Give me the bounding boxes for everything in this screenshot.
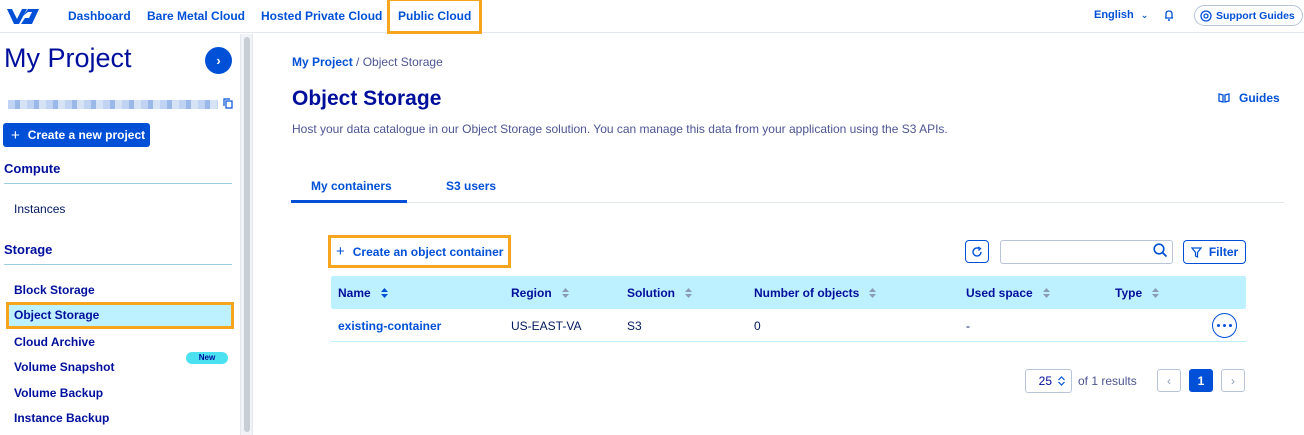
sort-icon xyxy=(561,288,569,298)
filter-label: Filter xyxy=(1208,245,1239,259)
column-header-used-space[interactable]: Used space xyxy=(966,286,1050,300)
plus-icon: + xyxy=(336,243,345,260)
refresh-button[interactable] xyxy=(965,240,989,263)
tabs-divider xyxy=(292,202,1284,203)
cell-solution: S3 xyxy=(627,319,642,333)
page-title: Object Storage xyxy=(292,87,442,110)
sidebar: My Project › + Create a new project Comp… xyxy=(0,34,240,435)
column-label: Type xyxy=(1115,286,1143,300)
search-icon[interactable] xyxy=(1153,243,1168,258)
scrollbar-thumb[interactable] xyxy=(244,37,250,432)
nav-dashboard[interactable]: Dashboard xyxy=(68,9,131,23)
cell-number-of-objects: 0 xyxy=(754,319,761,333)
sort-icon xyxy=(685,288,692,298)
sort-icon xyxy=(1152,288,1160,298)
column-header-name[interactable]: Name xyxy=(338,286,388,300)
bell-icon[interactable] xyxy=(1162,8,1176,22)
select-arrows-icon xyxy=(1058,376,1065,386)
tab-my-containers[interactable]: My containers xyxy=(311,179,392,193)
filter-icon xyxy=(1190,246,1202,258)
section-heading-compute: Compute xyxy=(4,161,61,176)
chevron-right-icon: › xyxy=(216,53,221,68)
lifebuoy-icon xyxy=(1200,9,1212,22)
sidebar-item-instances[interactable]: Instances xyxy=(14,202,65,216)
ovh-logo-icon[interactable] xyxy=(6,7,40,25)
nav-public-cloud[interactable]: Public Cloud xyxy=(386,0,483,34)
breadcrumb-current: Object Storage xyxy=(362,55,443,69)
page-size-value: 25 xyxy=(1038,374,1052,388)
filter-button[interactable]: Filter xyxy=(1183,240,1246,264)
chevron-left-icon: ‹ xyxy=(1167,373,1171,388)
create-project-button[interactable]: + Create a new project xyxy=(3,123,150,147)
search-input[interactable] xyxy=(1000,240,1173,264)
project-title: My Project xyxy=(4,43,132,73)
breadcrumb: My Project / Object Storage xyxy=(292,55,443,69)
column-label: Number of objects xyxy=(754,286,860,300)
sidebar-item-object-storage[interactable]: Object Storage xyxy=(6,302,234,329)
support-guides-label: Support Guides xyxy=(1216,9,1295,22)
sidebar-item-volume-backup[interactable]: Volume Backup xyxy=(14,386,103,400)
language-selector[interactable]: English ⌄ xyxy=(1094,9,1148,21)
results-count: of 1 results xyxy=(1078,374,1137,388)
column-label: Name xyxy=(338,286,371,300)
column-header-region[interactable]: Region xyxy=(511,286,569,300)
create-project-label: Create a new project xyxy=(27,128,146,142)
cell-region: US-EAST-VA xyxy=(511,319,582,333)
breadcrumb-separator: / xyxy=(356,55,360,69)
sort-icon xyxy=(1042,288,1050,298)
table-row: existing-container US-EAST-VA S3 0 - xyxy=(331,309,1246,342)
column-label: Used space xyxy=(966,286,1033,300)
project-id-blurred xyxy=(8,100,218,109)
previous-page-button[interactable]: ‹ xyxy=(1157,369,1181,392)
book-icon xyxy=(1218,93,1230,103)
expand-sidebar-button[interactable]: › xyxy=(205,47,232,74)
copy-icon[interactable] xyxy=(223,98,233,109)
column-header-type[interactable]: Type xyxy=(1115,286,1160,300)
create-object-container-label: Create an object container xyxy=(352,244,504,259)
table-header: Name Region Solution Number of objects U… xyxy=(331,276,1246,309)
page-button-current[interactable]: 1 xyxy=(1189,369,1213,392)
nav-hosted-private-cloud[interactable]: Hosted Private Cloud xyxy=(261,9,382,23)
page-description: Host your data catalogue in our Object S… xyxy=(292,122,948,136)
row-actions-menu-button[interactable] xyxy=(1212,313,1237,338)
column-label: Region xyxy=(511,286,552,300)
chevron-down-icon: ⌄ xyxy=(1140,10,1149,20)
page-size-select[interactable]: 25 xyxy=(1025,369,1072,393)
next-page-button[interactable]: › xyxy=(1221,369,1245,392)
section-heading-storage: Storage xyxy=(4,242,53,257)
sidebar-item-volume-snapshot[interactable]: Volume Snapshot xyxy=(14,360,114,374)
guides-label: Guides xyxy=(1239,91,1280,105)
breadcrumb-my-project[interactable]: My Project xyxy=(292,55,353,69)
column-header-number-of-objects[interactable]: Number of objects xyxy=(754,286,877,300)
guides-link[interactable]: Guides xyxy=(1218,91,1280,105)
sidebar-item-instance-backup[interactable]: Instance Backup xyxy=(14,411,109,425)
sidebar-item-block-storage[interactable]: Block Storage xyxy=(14,283,95,297)
sidebar-item-cloud-archive[interactable]: Cloud Archive xyxy=(14,335,95,349)
sidebar-scrollbar[interactable] xyxy=(240,34,253,435)
cell-used-space: - xyxy=(966,319,970,333)
divider xyxy=(4,183,232,184)
plus-icon: + xyxy=(11,126,20,144)
chevron-right-icon: › xyxy=(1231,373,1235,388)
language-label: English xyxy=(1094,9,1134,21)
sort-icon xyxy=(869,288,877,298)
top-navigation: Dashboard Bare Metal Cloud Hosted Privat… xyxy=(0,0,1304,34)
divider xyxy=(4,264,232,265)
create-object-container-button[interactable]: + Create an object container xyxy=(328,235,511,268)
support-guides-button[interactable]: Support Guides xyxy=(1194,5,1303,26)
container-name-link[interactable]: existing-container xyxy=(338,319,441,333)
nav-bare-metal-cloud[interactable]: Bare Metal Cloud xyxy=(147,9,245,23)
refresh-icon xyxy=(972,245,982,257)
column-label: Solution xyxy=(627,286,675,300)
tab-s3-users[interactable]: S3 users xyxy=(446,179,496,193)
active-tab-indicator xyxy=(291,200,407,203)
column-header-solution[interactable]: Solution xyxy=(627,286,692,300)
new-badge: New xyxy=(186,352,228,364)
sort-icon xyxy=(380,288,388,298)
